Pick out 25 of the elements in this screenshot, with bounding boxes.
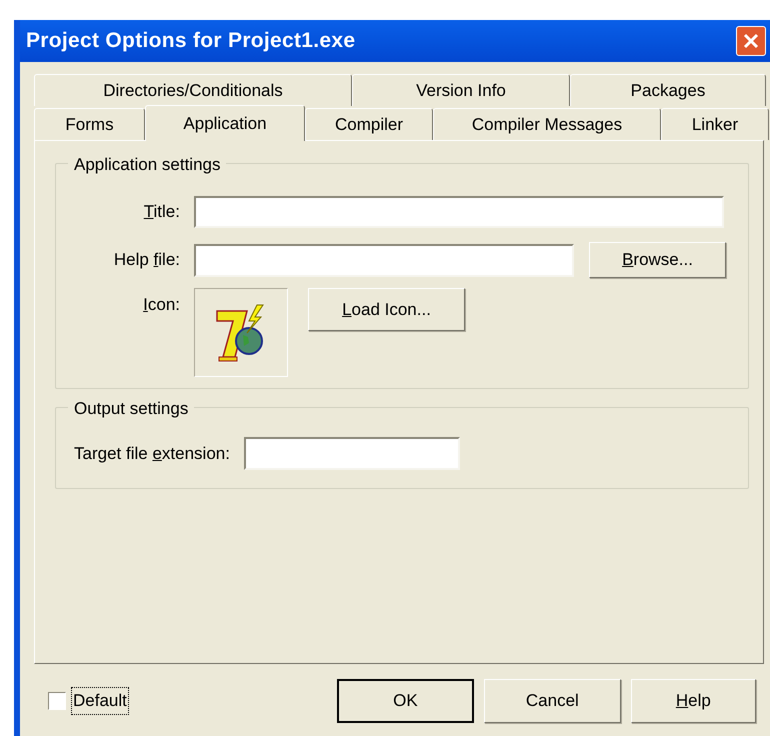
tab[interactable]: Directories/Conditionals [34, 74, 352, 106]
field-label: Icon: [142, 294, 181, 316]
help-file-field[interactable] [194, 244, 574, 276]
field-label: Target file extension: [74, 442, 230, 465]
window-title: Project Options for Project1.exe [26, 28, 356, 54]
field-label: Title: [142, 201, 181, 224]
dialog-button[interactable]: Help [630, 679, 756, 723]
checkbox[interactable] [48, 692, 66, 710]
close-button[interactable] [736, 26, 766, 56]
title-field[interactable] [194, 196, 724, 228]
tab[interactable]: Packages [570, 74, 766, 106]
dialog-button[interactable]: OK [336, 679, 474, 723]
close-icon [742, 32, 760, 50]
tab[interactable]: Application [145, 105, 305, 141]
tab[interactable]: Compiler [305, 108, 433, 140]
tab[interactable]: Compiler Messages [433, 108, 661, 140]
tab[interactable]: Linker [661, 108, 769, 140]
load-icon-button[interactable]: Load Icon... [308, 288, 465, 331]
tab[interactable]: Version Info [352, 74, 570, 106]
field-label: Help file: [112, 249, 181, 272]
extension-field[interactable] [244, 437, 460, 470]
dialog-button[interactable]: Cancel [484, 679, 621, 723]
checkbox-label[interactable]: Default [71, 687, 129, 715]
browse-button[interactable]: Browse... [589, 242, 726, 278]
tab[interactable]: Forms [34, 108, 145, 140]
